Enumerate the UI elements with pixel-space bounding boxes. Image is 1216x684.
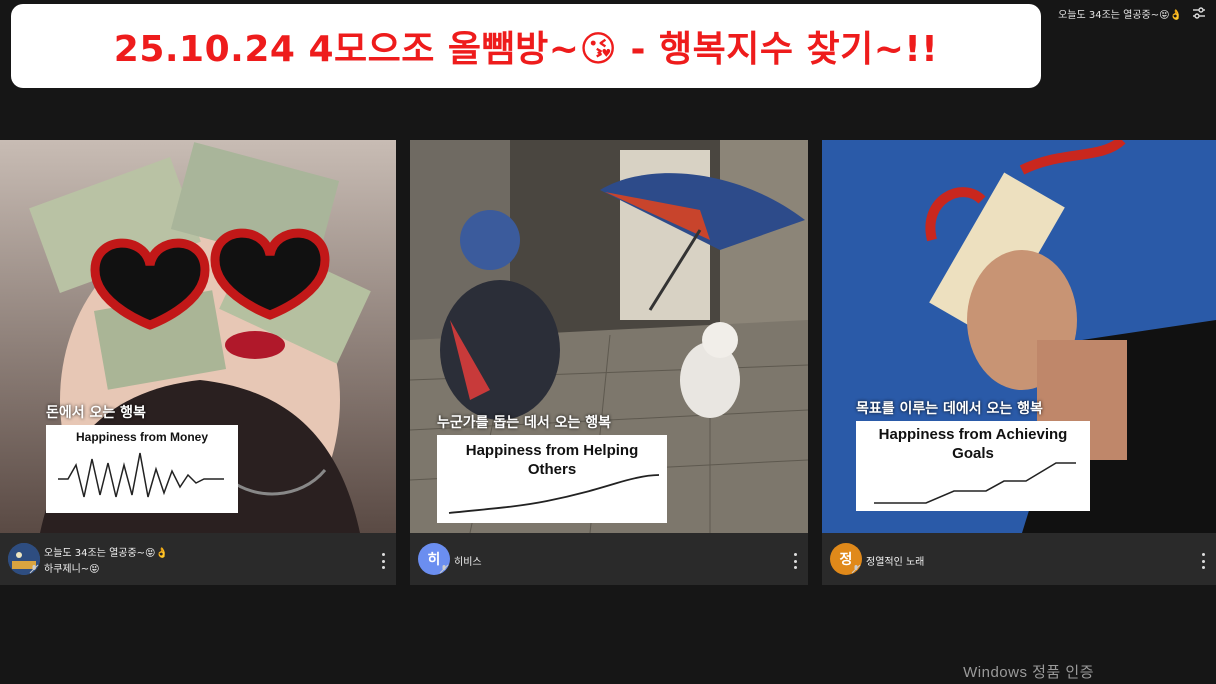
volatile-line-icon (58, 452, 224, 498)
participant-tile[interactable]: 누군가를 돕는 데서 오는 행복 Happiness from Helping … (410, 140, 808, 585)
banner-title: 25.10.24 4모으조 올뺌방~😘 - 행복지수 찾기~!! (113, 29, 939, 70)
video-frame-helping: 누군가를 돕는 데서 오는 행복 Happiness from Helping … (410, 140, 808, 533)
more-options-icon[interactable] (380, 553, 386, 569)
participant-name: 오늘도 34조는 열공중~😝👌 (44, 548, 168, 559)
mic-off-icon (438, 563, 450, 575)
happiness-card: Happiness from Money (46, 425, 238, 513)
tile-footer: 오늘도 34조는 열공중~😝👌 하쿠제니~😝 (0, 533, 396, 585)
more-options-icon[interactable] (792, 553, 798, 569)
participant-tile[interactable]: 돈에서 오는 행복 Happiness from Money 오늘도 34조는 … (0, 140, 396, 585)
self-view-name: 오늘도 34조는 열공중~😝👌 (1058, 9, 1182, 21)
windows-activation-watermark: Windows 정품 인증 (963, 664, 1094, 681)
participant-subtitle: 하쿠제니~😝 (44, 564, 100, 575)
video-frame-goals: 목표를 이루는 데에서 오는 행복 Happiness from Achievi… (822, 140, 1216, 533)
participant-name: 정열적인 노래 (866, 557, 925, 568)
stepped-line-icon (874, 462, 1076, 504)
sliders-icon[interactable] (1192, 6, 1206, 20)
top-right-bar: 오늘도 34조는 열공중~😝👌 (1036, 0, 1216, 26)
tile-caption: 목표를 이루는 데에서 오는 행복 (856, 401, 1043, 417)
mic-off-icon (28, 563, 40, 575)
happiness-card: Happiness from Achieving Goals (856, 421, 1090, 511)
title-banner: 25.10.24 4모으조 올뺌방~😘 - 행복지수 찾기~!! (11, 4, 1041, 88)
video-frame-money: 돈에서 오는 행복 Happiness from Money (0, 140, 396, 533)
rising-curve-icon (448, 474, 660, 514)
more-options-icon[interactable] (1200, 553, 1206, 569)
tile-footer: 히 히비스 (410, 533, 808, 585)
participant-name: 히비스 (454, 557, 482, 568)
mic-off-icon (850, 563, 862, 575)
tile-footer: 정 정열적인 노래 (822, 533, 1216, 585)
happiness-card: Happiness from Helping Others (437, 435, 667, 523)
participant-tile[interactable]: 목표를 이루는 데에서 오는 행복 Happiness from Achievi… (822, 140, 1216, 585)
tile-caption: 누군가를 돕는 데서 오는 행복 (437, 415, 612, 431)
tile-caption: 돈에서 오는 행복 (46, 405, 146, 421)
